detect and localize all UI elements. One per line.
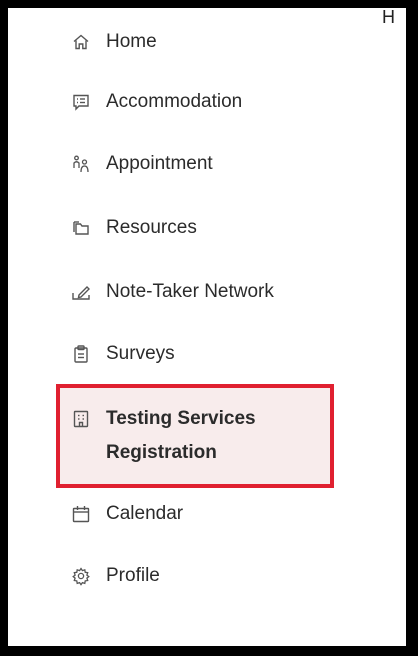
folder-icon	[70, 217, 92, 239]
sidebar-item-label: Appointment	[106, 153, 213, 174]
sidebar-item-label: Accommodation	[106, 91, 243, 112]
sidebar-item-testing-services-registration[interactable]: Testing Services Registration	[70, 402, 256, 470]
clipboard-icon	[70, 343, 92, 365]
sidebar-item-label: Calendar	[106, 503, 184, 524]
home-icon	[70, 31, 92, 53]
sidebar-item-label-block: Testing Services Registration	[106, 402, 256, 470]
page-header-fragment: H	[382, 7, 395, 27]
sidebar-item-label: Resources	[106, 217, 197, 238]
sidebar-item-label: Profile	[106, 565, 160, 586]
sidebar-item-resources[interactable]: Resources	[70, 212, 197, 244]
sidebar-item-accommodation[interactable]: Accommodation	[70, 86, 242, 118]
sidebar-item-label: Registration	[106, 442, 217, 463]
sidebar-item-label: Surveys	[106, 343, 175, 364]
gear-icon	[70, 565, 92, 587]
pen-icon	[70, 281, 92, 303]
list-icon	[70, 91, 92, 113]
building-icon	[70, 408, 92, 430]
sidebar-item-appointment[interactable]: Appointment	[70, 148, 213, 180]
sidebar-item-label: Testing Services	[106, 408, 256, 429]
content-edge	[402, 8, 406, 646]
sidebar-item-surveys[interactable]: Surveys	[70, 338, 175, 370]
calendar-icon	[70, 503, 92, 525]
sidebar-item-note-taker-network[interactable]: Note-Taker Network	[70, 276, 274, 308]
sidebar-item-profile[interactable]: Profile	[70, 560, 160, 592]
people-icon	[70, 153, 92, 175]
sidebar-item-calendar[interactable]: Calendar	[70, 498, 183, 530]
sidebar-item-home[interactable]: Home	[70, 26, 157, 58]
sidebar-item-label: Note-Taker Network	[106, 281, 274, 302]
sidebar-item-label: Home	[106, 31, 157, 52]
